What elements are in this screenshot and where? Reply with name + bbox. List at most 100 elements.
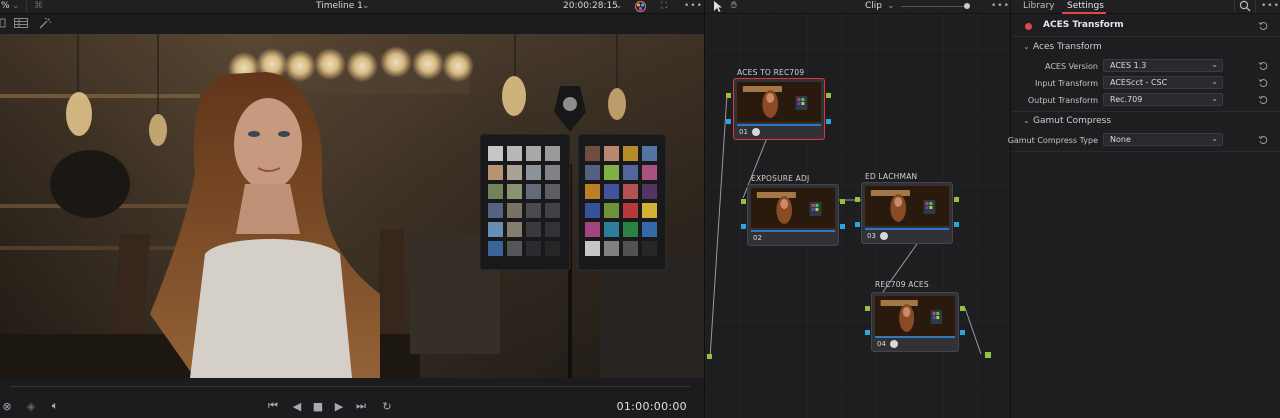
aces-version-select[interactable]: ACES 1.3 ⌄ [1103, 59, 1223, 72]
reset-icon[interactable] [1258, 95, 1268, 105]
node-box[interactable]: 03 [861, 182, 953, 244]
node-status-bar [865, 228, 949, 230]
node-fx-icon [890, 340, 898, 348]
zoom-suffix[interactable]: % [1, 1, 10, 11]
effect-header[interactable]: ACES Transform [1011, 18, 1280, 36]
tab-library[interactable]: Library [1023, 1, 1054, 11]
scrub-bar[interactable] [10, 386, 690, 387]
chevron-down-icon: ⌄ [1211, 94, 1218, 103]
node-box[interactable]: 01 [733, 78, 825, 140]
reset-icon[interactable] [1258, 78, 1268, 88]
node-key-input-port[interactable] [726, 119, 731, 124]
input-port[interactable] [707, 354, 712, 359]
more-options-icon[interactable]: ••• [991, 1, 1010, 11]
node-output-port[interactable] [954, 197, 959, 202]
node-key-output-port[interactable] [826, 119, 831, 124]
reset-icon[interactable] [1258, 61, 1268, 71]
reset-icon[interactable] [1258, 21, 1268, 31]
play-icon[interactable]: ▶ [332, 400, 346, 413]
video-frame[interactable] [0, 34, 704, 378]
node-number: 03 [867, 232, 876, 240]
node-label: EXPOSURE ADJ [751, 174, 810, 183]
tab-settings[interactable]: Settings [1067, 1, 1104, 11]
node-key-output-port[interactable] [954, 222, 959, 227]
more-options-icon[interactable]: ••• [1261, 1, 1280, 11]
chevron-down-icon[interactable]: ⌄ [12, 1, 20, 11]
node-input-port[interactable] [865, 306, 870, 311]
gamut-compress-type-select[interactable]: None ⌄ [1103, 133, 1223, 146]
node-label: ED LACHMAN [865, 172, 918, 181]
node-input-port[interactable] [855, 197, 860, 202]
viewer-toolbar [0, 14, 704, 34]
node-key-input-port[interactable] [855, 222, 860, 227]
select-value: Rec.709 [1110, 95, 1143, 104]
settings-panel: Library Settings ••• ACES Transform ⌄ Ac… [1007, 0, 1280, 418]
mode-chevron-icon[interactable]: ⌄ [887, 1, 895, 11]
node-key-input-port[interactable] [741, 224, 746, 229]
settings-tab-bar: Library Settings ••• [1011, 0, 1280, 14]
node-mode-label[interactable]: Clip [865, 1, 882, 11]
section-title: Aces Transform [1033, 42, 1102, 52]
node-editor-panel: ✋︎ Clip ⌄ ••• ACES TO REC709 01 EXPOSURE… [704, 0, 1011, 418]
viewer-panel: % ⌄ ⌘ Timeline 1 ⌄ 20:00:28:15 ⌄ ⛶ ••• ⊗… [0, 0, 704, 418]
loop-icon[interactable]: ↻ [380, 400, 394, 413]
split-screen-icon[interactable] [14, 17, 28, 29]
node-key-output-port[interactable] [840, 224, 845, 229]
output-transform-label: Output Transform [1027, 96, 1098, 105]
node-box[interactable]: 04 [871, 292, 959, 352]
volume-icon[interactable]: 🔈︎ [48, 399, 62, 412]
node-label: REC709 ACES [875, 280, 929, 289]
viewer-header: % ⌄ ⌘ Timeline 1 ⌄ 20:00:28:15 ⌄ ⛶ ••• [0, 0, 704, 14]
node-number: 04 [877, 340, 886, 348]
effect-enable-dot[interactable] [1025, 23, 1032, 30]
divider [26, 0, 27, 13]
go-to-start-icon[interactable]: ⏮︎ [266, 399, 280, 412]
node-graph-canvas[interactable]: ACES TO REC709 01 EXPOSURE ADJ 02 ED LAC… [705, 14, 1011, 418]
chevron-down-icon[interactable]: ⌄ [1023, 42, 1030, 51]
layers-icon[interactable]: ◈ [24, 400, 38, 413]
node-status-bar [875, 336, 955, 338]
node-key-input-port[interactable] [865, 330, 870, 335]
timecode-chevron-icon[interactable]: ⌄ [615, 1, 623, 11]
aces-version-label: ACES Version [1044, 62, 1098, 71]
viewer-mode-icon[interactable] [0, 17, 14, 29]
more-options-icon[interactable]: ••• [684, 1, 703, 11]
clip-icon[interactable]: ⌘ [34, 1, 43, 11]
node-status-bar [751, 230, 835, 232]
reset-icon[interactable] [1258, 135, 1268, 145]
timeline-chevron-icon[interactable]: ⌄ [362, 1, 370, 11]
divider [1011, 111, 1280, 112]
output-port[interactable] [985, 352, 991, 358]
expand-icon[interactable]: ⛶ [661, 1, 667, 11]
select-value: None [1110, 135, 1131, 144]
color-wheel-icon[interactable]: ⊗ [0, 400, 14, 413]
node-fx-icon [752, 128, 760, 136]
node-output-port[interactable] [840, 199, 845, 204]
chevron-down-icon[interactable]: ⌄ [1023, 116, 1030, 125]
node-input-port[interactable] [726, 93, 731, 98]
output-transform-select[interactable]: Rec.709 ⌄ [1103, 93, 1223, 106]
stop-icon[interactable]: ■ [311, 400, 325, 413]
input-transform-select[interactable]: ACEScct - CSC ⌄ [1103, 76, 1223, 89]
hand-icon[interactable]: ✋︎ [731, 0, 737, 11]
node-fx-icon [880, 232, 888, 240]
transport-bar: ⊗ ◈ 🔈︎ ⏮︎ ◀ ■ ▶ ⏭︎ ↻ 01:00:00:00 [0, 378, 704, 418]
play-reverse-icon[interactable]: ◀ [290, 400, 304, 413]
zoom-slider[interactable] [901, 6, 967, 7]
node-box[interactable]: 02 [747, 184, 839, 246]
timeline-name[interactable]: Timeline 1 [316, 1, 363, 11]
node-thumbnail [865, 186, 949, 226]
node-key-output-port[interactable] [960, 330, 965, 335]
section-gamut-compress[interactable]: ⌄ Gamut Compress [1011, 114, 1280, 132]
go-to-end-icon[interactable]: ⏭︎ [354, 399, 368, 412]
highlight-icon[interactable] [38, 17, 52, 29]
section-title: Gamut Compress [1033, 116, 1112, 126]
gamut-compress-type-label: Gamut Compress Type [1007, 136, 1098, 145]
active-tab-indicator [1062, 12, 1106, 14]
node-output-port[interactable] [960, 306, 965, 311]
search-icon[interactable] [1239, 0, 1251, 15]
section-aces-transform[interactable]: ⌄ Aces Transform [1011, 40, 1280, 58]
node-output-port[interactable] [826, 93, 831, 98]
zoom-slider-handle[interactable] [964, 3, 970, 9]
node-input-port[interactable] [741, 199, 746, 204]
